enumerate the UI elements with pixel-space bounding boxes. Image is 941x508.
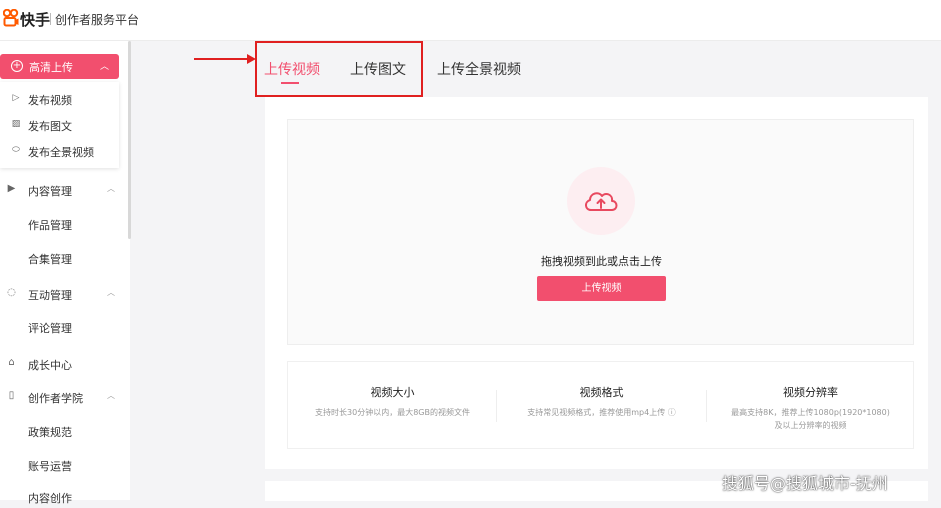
sidebar-item-creator-academy[interactable]: ▯ 创作者学院 ︿ xyxy=(0,386,128,408)
spec-title: 视频大小 xyxy=(370,386,415,399)
sidebar-item-content-management[interactable]: ▶ 内容管理 ︿ xyxy=(0,179,128,201)
sidebar-item-label: 政策规范 xyxy=(28,426,72,439)
sidebar-item-label: 成长中心 xyxy=(28,359,72,372)
growth-icon: ⌂ xyxy=(8,357,15,368)
sidebar-item-label: 内容创作 xyxy=(28,492,72,505)
dropdown-item-publish-video[interactable]: ▷ 发布视频 xyxy=(0,89,119,109)
spec-desc-text: 支持常见视频格式，推荐使用mp4上传 xyxy=(527,408,666,417)
dropdown-item-label: 发布全景视频 xyxy=(28,146,94,159)
sidebar-item-comment-management[interactable]: 评论管理 xyxy=(0,316,128,338)
dropdown-item-publish-panorama[interactable]: ⬭ 发布全景视频 xyxy=(0,141,119,161)
upload-video-button[interactable]: 上传视频 xyxy=(537,276,666,301)
tabs-bar: 上传视频 上传图文 上传全景视频 xyxy=(131,41,941,97)
sidebar-item-collection-management[interactable]: 合集管理 xyxy=(0,247,128,269)
sidebar-item-policy[interactable]: 政策规范 xyxy=(0,420,128,442)
spec-resolution: 视频分辨率 最高支持8K，推荐上传1080p(1920*1080) 及以上分辨率… xyxy=(706,362,915,448)
spec-title: 视频分辨率 xyxy=(783,386,838,399)
sidebar-item-label: 评论管理 xyxy=(28,322,72,335)
sidebar-item-account-operation[interactable]: 账号运营 xyxy=(0,454,128,476)
play-square-icon: ▶ xyxy=(7,183,16,194)
spec-desc-line1: 最高支持8K，推荐上传1080p(1920*1080) xyxy=(731,408,890,417)
spec-format: 视频格式 支持常见视频格式，推荐使用mp4上传 ⓘ xyxy=(497,362,706,448)
sidebar-item-works-management[interactable]: 作品管理 xyxy=(0,213,128,235)
spec-desc-line2: 及以上分辨率的视频 xyxy=(774,421,847,430)
top-header: 快手 创作者服务平台 xyxy=(0,0,941,41)
spec-title: 视频格式 xyxy=(579,386,624,399)
panorama-icon: ⬭ xyxy=(12,145,20,155)
sidebar-item-label: 内容管理 xyxy=(28,185,72,198)
chat-icon: ◌ xyxy=(7,287,16,298)
annotation-highlight-box xyxy=(255,41,423,97)
kuaishou-logo-icon[interactable] xyxy=(3,9,19,27)
dropdown-item-publish-image[interactable]: ▨ 发布图文 xyxy=(0,115,119,135)
dropzone-text: 拖拽视频到此或点击上传 xyxy=(541,255,662,268)
sidebar-item-label: 互动管理 xyxy=(28,289,72,302)
info-icon[interactable]: ⓘ xyxy=(668,408,676,417)
chevron-up-icon: ︿ xyxy=(107,391,115,400)
annotation-arrow xyxy=(194,58,249,60)
sidebar-item-label: 创作者学院 xyxy=(28,392,83,405)
upload-dropdown: ▷ 发布视频 ▨ 发布图文 ⬭ 发布全景视频 xyxy=(0,82,119,168)
upload-panel: 拖拽视频到此或点击上传 上传视频 视频大小 支持时长30分钟以内，最大8GB的视… xyxy=(265,97,928,469)
plus-icon: + xyxy=(11,60,23,72)
sidebar-item-growth-center[interactable]: ⌂ 成长中心 xyxy=(0,353,128,375)
sidebar-item-label: 合集管理 xyxy=(28,253,72,266)
sidebar-item-content-creation[interactable]: 内容创作 xyxy=(0,486,128,508)
cloud-upload-icon xyxy=(567,167,635,235)
logo-divider xyxy=(50,13,51,25)
chevron-up-icon: ︿ xyxy=(100,62,110,72)
chevron-up-icon: ︿ xyxy=(107,184,115,193)
dropdown-item-label: 发布视频 xyxy=(28,94,72,107)
spec-desc: 最高支持8K，推荐上传1080p(1920*1080) 及以上分辨率的视频 xyxy=(706,406,915,432)
play-circle-icon: ▷ xyxy=(12,93,20,103)
spec-size: 视频大小 支持时长30分钟以内，最大8GB的视频文件 xyxy=(288,362,497,448)
platform-name: 创作者服务平台 xyxy=(55,13,140,27)
video-specs: 视频大小 支持时长30分钟以内，最大8GB的视频文件 视频格式 支持常见视频格式… xyxy=(287,361,914,449)
sidebar-item-label: 作品管理 xyxy=(28,219,72,232)
logo-text: 快手 xyxy=(20,11,51,29)
hd-upload-button[interactable]: + 高清上传 ︿ xyxy=(0,54,119,79)
spec-desc: 支持常见视频格式，推荐使用mp4上传 ⓘ xyxy=(497,406,706,419)
sidebar-item-interaction-management[interactable]: ◌ 互动管理 ︿ xyxy=(0,283,128,305)
hd-upload-label: 高清上传 xyxy=(29,61,73,74)
watermark: 搜狐号@搜狐城市-抚州 xyxy=(722,474,888,493)
tab-upload-panorama[interactable]: 上传全景视频 xyxy=(437,59,521,79)
book-icon: ▯ xyxy=(8,390,15,401)
upload-dropzone[interactable]: 拖拽视频到此或点击上传 上传视频 xyxy=(287,119,914,345)
sidebar-item-label: 账号运营 xyxy=(28,460,72,473)
chevron-up-icon: ︿ xyxy=(107,288,115,297)
main-content: 上传视频 上传图文 上传全景视频 拖拽视频到此或点击上传 上传视频 视频大小 支… xyxy=(131,41,941,501)
spec-desc: 支持时长30分钟以内，最大8GB的视频文件 xyxy=(315,408,470,417)
image-icon: ▨ xyxy=(11,119,21,129)
dropdown-item-label: 发布图文 xyxy=(28,120,72,133)
